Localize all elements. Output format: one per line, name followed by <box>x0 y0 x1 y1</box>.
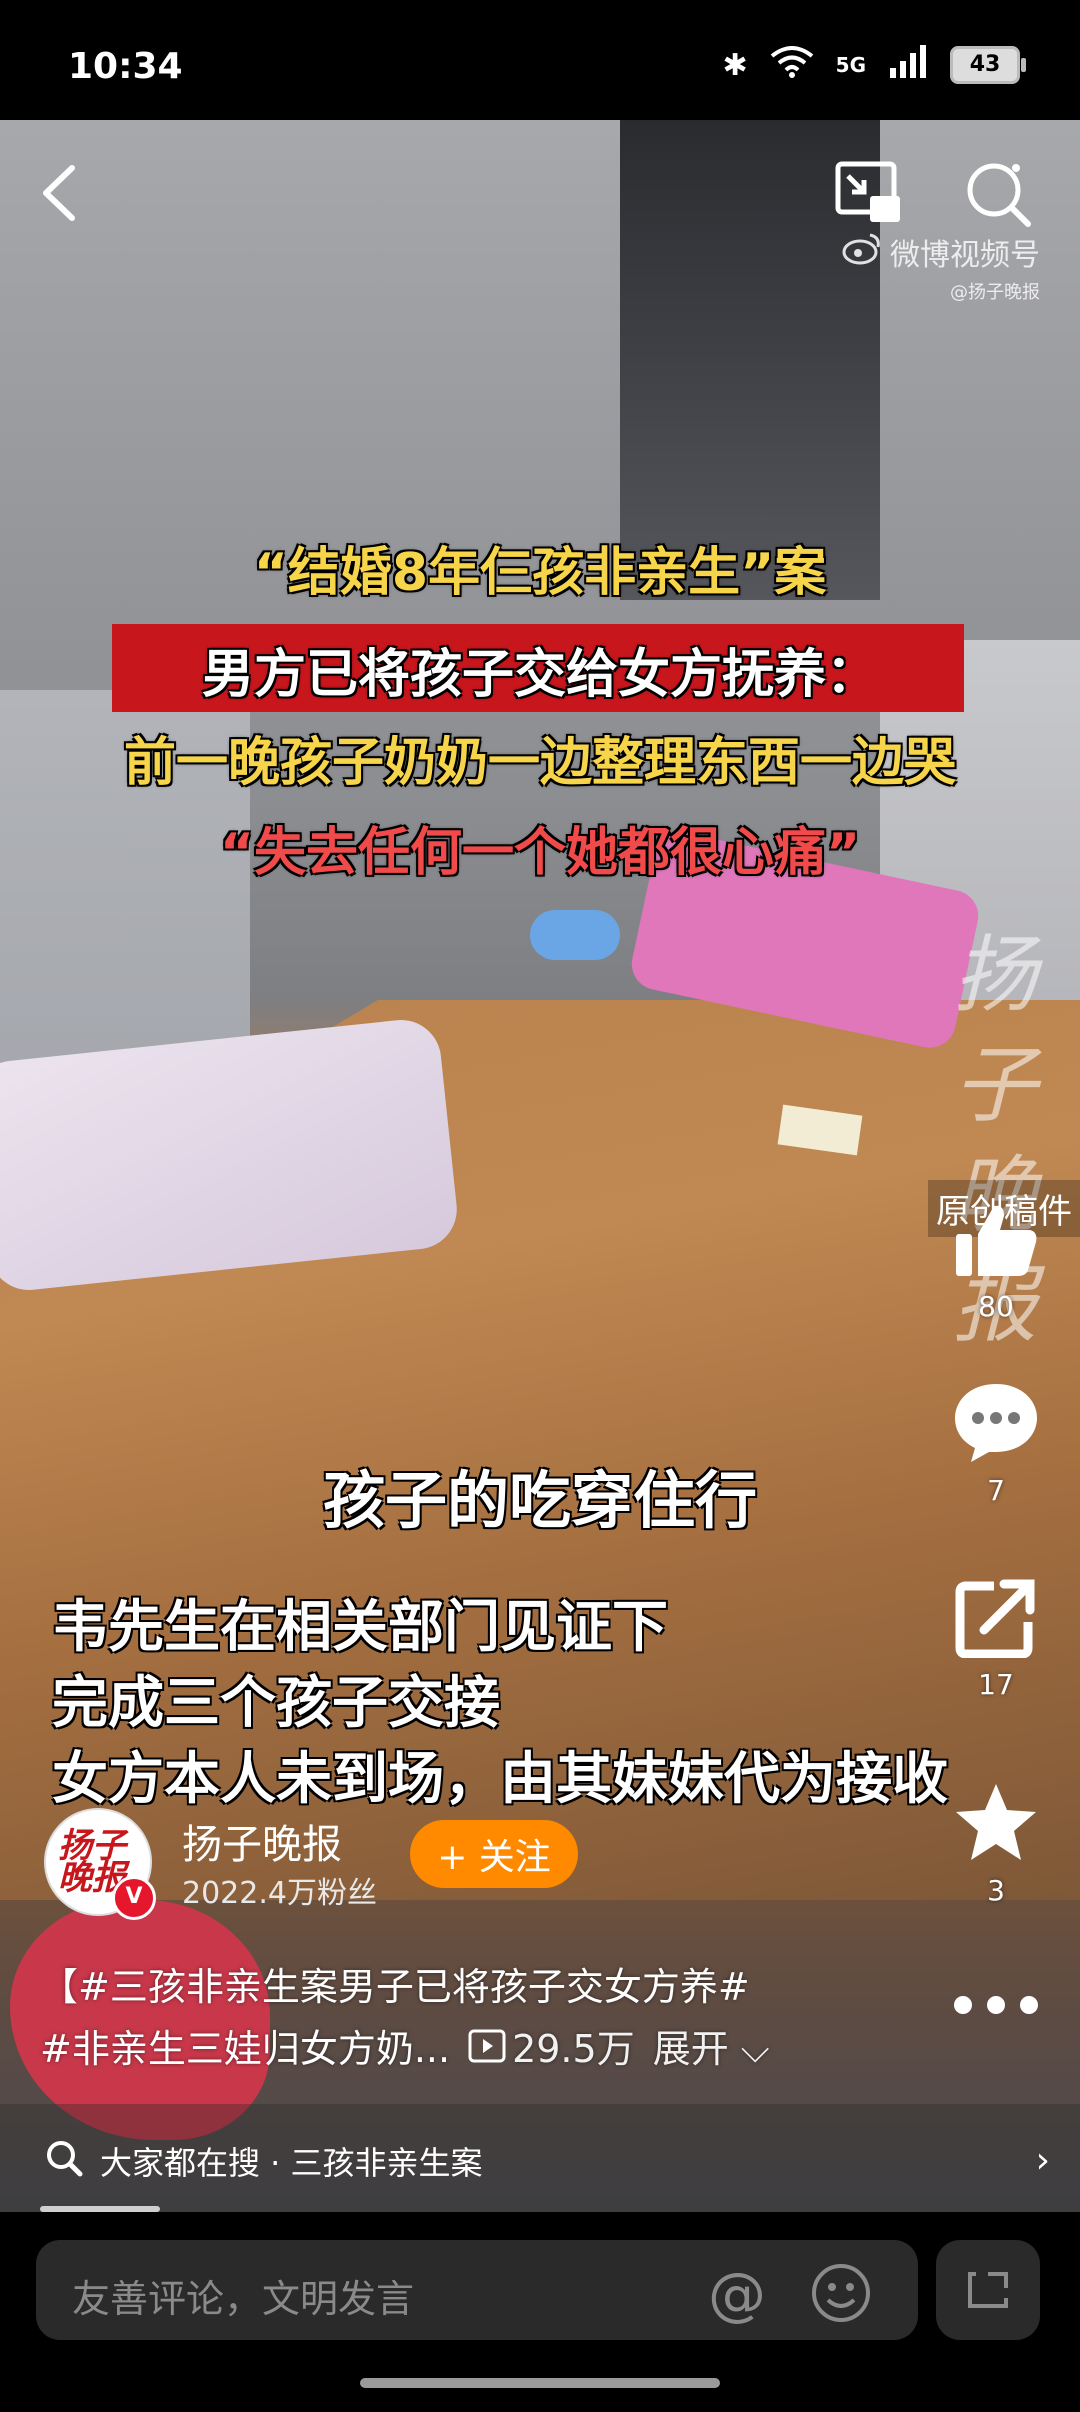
more-icon-dot <box>1020 1996 1038 2014</box>
bluetooth-icon: ✱ <box>722 47 748 83</box>
weibo-logo-icon <box>842 231 882 273</box>
share-icon <box>955 1579 1035 1658</box>
comment-button[interactable]: 7 <box>944 1380 1048 1507</box>
headline-line-2: 男方已将孩子交给女方抚养： <box>201 645 878 705</box>
watermark-brand: 微博视频号 <box>890 238 1040 273</box>
trending-search-text: 大家都在搜 · 三孩非亲生案 <box>100 2144 483 2182</box>
expand-comments-button[interactable] <box>936 2240 1040 2340</box>
expand-link[interactable]: 展开 ⌵ <box>653 2018 770 2073</box>
share-button[interactable]: 17 <box>944 1578 1048 1701</box>
play-icon <box>468 2029 506 2062</box>
back-icon <box>43 165 75 221</box>
status-icons: ✱ 5G 43 <box>722 44 1026 86</box>
headline-line-4: “失去任何一个她都很心痛” <box>219 823 861 883</box>
battery-indicator: 43 <box>950 46 1026 84</box>
subtitle-line-2: 完成三个孩子交接 <box>52 1671 500 1736</box>
view-count: 29.5万 <box>468 2018 635 2073</box>
trending-search-bar[interactable]: 大家都在搜 · 三孩非亲生案 › <box>0 2104 1080 2216</box>
status-bar: 10:34 ✱ 5G 43 <box>0 0 1080 120</box>
like-icon <box>956 1205 1037 1276</box>
search-button[interactable] <box>962 158 1034 230</box>
like-button[interactable]: 80 <box>944 1200 1048 1323</box>
network-label: 5G <box>835 53 866 77</box>
subtitle-line-3: 女方本人未到场，由其妹妹代为接收 <box>52 1747 948 1812</box>
chevron-right-icon: › <box>1035 2140 1050 2181</box>
wifi-icon <box>770 44 814 86</box>
description-line-2[interactable]: #非亲生三娃归女方奶... 29.5万 展开 ⌵ <box>40 2018 1000 2073</box>
share-count: 17 <box>978 1668 1014 1701</box>
expand-label: 展开 <box>652 2027 729 2071</box>
star-icon <box>956 1784 1036 1860</box>
search-icon <box>967 163 1031 227</box>
favorite-button[interactable]: 3 <box>944 1780 1048 1907</box>
signal-icon <box>888 44 928 86</box>
emoji-icon[interactable] <box>810 2262 872 2324</box>
author-name[interactable]: 扬子晚报 <box>182 1812 342 1870</box>
like-count: 80 <box>978 1290 1014 1323</box>
comment-count: 7 <box>987 1474 1005 1507</box>
view-count-text: 29.5万 <box>512 2027 635 2071</box>
status-time: 10:34 <box>68 46 183 87</box>
at-icon[interactable]: @ <box>708 2260 766 2328</box>
comment-input[interactable]: 友善评论，文明发言 @ <box>36 2240 918 2340</box>
expand-icon <box>968 2272 1008 2308</box>
subtitle-line-1: 韦先生在相关部门见证下 <box>52 1595 668 1660</box>
favorite-count: 3 <box>987 1874 1005 1907</box>
weibo-watermark: 微博视频号 @扬子晚报 <box>842 230 1040 304</box>
search-icon <box>47 2141 83 2177</box>
follow-button[interactable]: + 关注 <box>410 1820 578 1888</box>
description-line-1[interactable]: 【#三孩非亲生案男子已将孩子交女方养# <box>40 1956 1000 2011</box>
headline-line-1: “结婚8年仨孩非亲生”案 <box>253 543 827 603</box>
description-text: #非亲生三娃归女方奶... <box>40 2027 451 2071</box>
comment-placeholder: 友善评论，文明发言 <box>72 2277 415 2321</box>
headline-line-3: 前一晚孩子奶奶一边整理东西一边哭 <box>123 733 956 793</box>
pip-button[interactable] <box>834 158 906 230</box>
watermark-user: @扬子晚报 <box>950 282 1040 303</box>
back-button[interactable] <box>36 158 86 228</box>
pip-icon <box>835 161 900 222</box>
author-avatar[interactable]: 扬子晚报 V <box>44 1808 156 1920</box>
comment-icon <box>955 1384 1037 1462</box>
verified-badge: V <box>112 1876 156 1920</box>
author-fans: 2022.4万粉丝 <box>182 1876 377 1911</box>
subtitle-center: 孩子的吃穿住行 <box>322 1464 757 1537</box>
home-indicator <box>360 2378 720 2388</box>
video-player[interactable]: 微博视频号 @扬子晚报 “结婚8年仨孩非亲生”案 男方已将孩子交给女方抚养： 前… <box>0 120 1080 2212</box>
scene-toy <box>530 910 620 960</box>
